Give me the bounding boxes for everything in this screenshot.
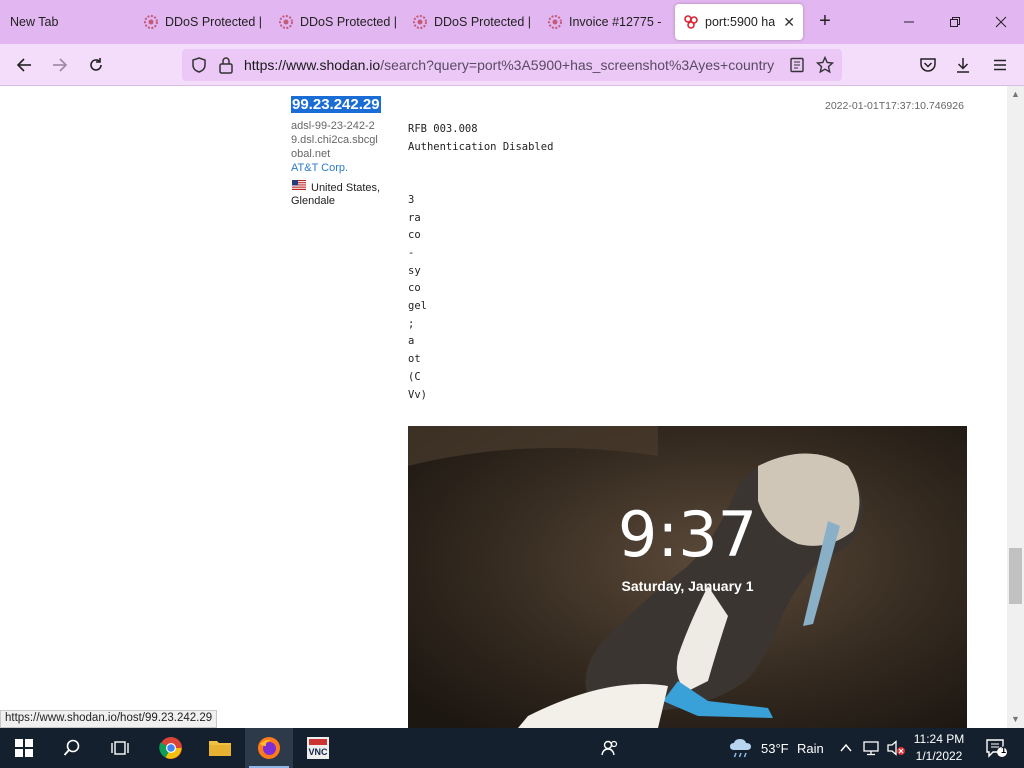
- tab-label: Invoice #12775 -: [569, 15, 662, 29]
- svg-text:VNC: VNC: [308, 747, 328, 757]
- address-bar[interactable]: https://www.shodan.io/search?query=port%…: [182, 49, 842, 81]
- tab-strip: New Tab DDoS Protected | DDoS Protected …: [0, 0, 1024, 44]
- new-tab-button[interactable]: +: [812, 10, 838, 34]
- chrome-icon: [159, 737, 182, 759]
- tab-label: DDoS Protected |: [434, 15, 532, 29]
- downloads-button[interactable]: [948, 51, 978, 79]
- tab-label: DDoS Protected |: [165, 15, 263, 29]
- tab-label: DDoS Protected |: [300, 15, 398, 29]
- ddos-icon: [144, 15, 158, 29]
- ddos-icon: [413, 15, 427, 29]
- hamburger-menu-icon: [994, 59, 1006, 71]
- task-view-icon: [111, 741, 129, 755]
- start-button[interactable]: [0, 728, 48, 768]
- forward-arrow-icon: [53, 58, 68, 72]
- back-button[interactable]: [9, 51, 39, 79]
- people-icon: [601, 740, 618, 756]
- vnc-viewer-taskbar-button[interactable]: VNC: [294, 728, 342, 768]
- clock-date: 1/1/2022: [915, 749, 963, 763]
- weather-condition[interactable]: Rain: [797, 741, 824, 756]
- chrome-taskbar-button[interactable]: [147, 728, 195, 768]
- tab-ddos-protected-3[interactable]: DDoS Protected |: [412, 4, 542, 40]
- result-ip-link[interactable]: 99.23.242.29: [291, 96, 381, 113]
- tab-new-tab[interactable]: New Tab: [10, 4, 130, 40]
- shodan-icon: [684, 15, 698, 29]
- search-button[interactable]: [48, 728, 96, 768]
- url-text[interactable]: https://www.shodan.io/search?query=port%…: [244, 57, 774, 73]
- clock-time: 11:24 PM: [913, 732, 965, 746]
- weather-temperature[interactable]: 53°F: [761, 741, 789, 756]
- ddos-icon: [548, 15, 562, 29]
- folder-icon: [209, 741, 231, 756]
- firefox-icon: [258, 737, 280, 759]
- lock-icon[interactable]: [218, 56, 234, 74]
- menu-button[interactable]: [985, 51, 1015, 79]
- page-scrollbar[interactable]: ▲ ▼: [1007, 86, 1024, 728]
- url-host: https://www.shodan.io: [244, 57, 381, 73]
- weather-rain-icon[interactable]: [728, 738, 754, 760]
- reload-icon: [90, 58, 102, 71]
- notification-count-badge: 1: [1001, 745, 1007, 755]
- pocket-icon: [920, 58, 936, 72]
- minimize-icon: [904, 21, 914, 23]
- shield-icon[interactable]: [190, 56, 208, 74]
- file-explorer-taskbar-button[interactable]: [196, 728, 244, 768]
- tab-label: port:5900 has_: [705, 15, 775, 29]
- ddos-icon: [279, 15, 293, 29]
- windows-taskbar: VNC 53°F Rain 11:24 PM 1/1/2022 1: [0, 728, 1024, 768]
- url-path: /search?query=port%3A5900+has_screenshot…: [380, 57, 774, 73]
- network-icon[interactable]: [862, 740, 880, 756]
- tab-label: New Tab: [10, 15, 59, 29]
- minimize-button[interactable]: [886, 0, 932, 44]
- vnc-screenshot[interactable]: 9:37 Saturday, January 1: [408, 426, 967, 728]
- result-banner: RFB 003.008 Authentication Disabled 3 ra…: [408, 123, 554, 401]
- scroll-down-arrow-icon[interactable]: ▼: [1007, 711, 1024, 728]
- task-view-button[interactable]: [96, 728, 144, 768]
- chevron-up-icon[interactable]: [839, 742, 853, 754]
- close-icon: [995, 16, 1007, 28]
- reload-button[interactable]: [81, 51, 111, 79]
- reader-view-icon[interactable]: [789, 57, 805, 73]
- close-window-button[interactable]: [978, 0, 1024, 44]
- result-hostname: adsl-99-23-242-29.dsl.chi2ca.sbcglobal.n…: [291, 120, 378, 160]
- back-arrow-icon: [16, 58, 31, 72]
- pocket-button[interactable]: [913, 51, 943, 79]
- restore-icon: [950, 17, 960, 27]
- lockscreen-date: Saturday, January 1: [621, 578, 754, 594]
- close-tab-icon[interactable]: ✕: [777, 14, 795, 31]
- tab-ddos-protected-1[interactable]: DDoS Protected |: [143, 4, 273, 40]
- scroll-thumb[interactable]: [1009, 548, 1022, 604]
- forward-button[interactable]: [45, 51, 75, 79]
- scroll-up-arrow-icon[interactable]: ▲: [1007, 86, 1024, 103]
- restore-button[interactable]: [932, 0, 978, 44]
- navigation-toolbar: https://www.shodan.io/search?query=port%…: [0, 44, 1024, 86]
- page-content: 99.23.242.29 adsl-99-23-242-29.dsl.chi2c…: [0, 86, 1007, 728]
- search-icon: [63, 739, 80, 756]
- result-location: United States, Glendale: [291, 182, 381, 207]
- bookmark-star-icon[interactable]: [816, 56, 834, 74]
- action-center-button[interactable]: 1: [976, 728, 1016, 768]
- tab-invoice[interactable]: Invoice #12775 -: [547, 4, 667, 40]
- windows-logo-icon: [15, 739, 33, 757]
- download-icon: [957, 58, 969, 73]
- lockscreen-background: [408, 426, 967, 728]
- tab-ddos-protected-2[interactable]: DDoS Protected |: [278, 4, 408, 40]
- result-timestamp: 2022-01-01T17:37:10.746926: [825, 100, 964, 112]
- system-clock[interactable]: 11:24 PM 1/1/2022: [904, 731, 974, 765]
- result-org-link[interactable]: AT&T Corp.: [291, 162, 348, 174]
- people-button[interactable]: [588, 728, 632, 768]
- lockscreen-time: 9:37: [617, 498, 758, 571]
- firefox-taskbar-button[interactable]: [245, 728, 293, 768]
- volume-muted-icon[interactable]: [886, 740, 906, 756]
- tab-shodan-search[interactable]: port:5900 has_ ✕: [675, 4, 803, 40]
- status-link-preview: https://www.shodan.io/host/99.23.242.29: [0, 710, 218, 728]
- vnc-viewer-icon: VNC: [307, 737, 329, 759]
